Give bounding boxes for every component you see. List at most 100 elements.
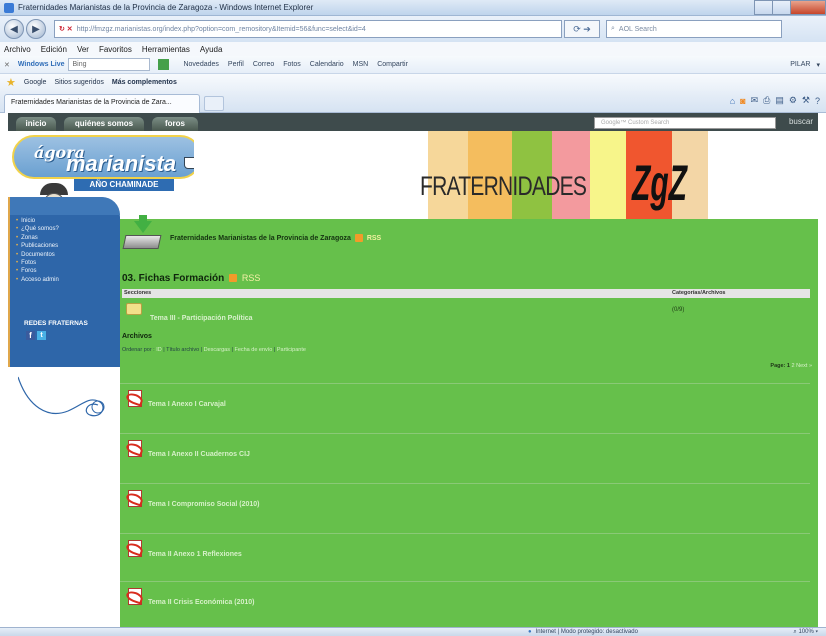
site-rss-link[interactable]: RSS [367, 235, 381, 242]
wl-link-correo[interactable]: Correo [253, 61, 274, 68]
address-bar: ◀ ▶ ↻ ✕ http://fmzgz.marianistas.org/ind… [0, 16, 826, 42]
sidebar-item-foros[interactable]: Foros [16, 267, 59, 275]
order-label: Ordenar por : [122, 347, 155, 353]
rss-icon[interactable] [229, 274, 238, 283]
fav-suggested[interactable]: Sitios sugeridos [54, 79, 103, 86]
site-search-input[interactable]: Google™ Custom Search [594, 117, 776, 129]
sidebar-item-que-somos[interactable]: ¿Qué somos? [16, 225, 59, 233]
safety-menu-icon[interactable]: ⚙ [789, 95, 797, 106]
section-rss-link[interactable]: RSS [242, 273, 261, 283]
url-host: http://fmzgz.marianistas.org [76, 25, 163, 33]
tools-menu-icon[interactable]: ⚒ [802, 95, 810, 106]
sidebar-item-zonas[interactable]: Zonas [16, 234, 59, 242]
wl-link-fotos[interactable]: Fotos [283, 61, 301, 68]
sidebar-item-publicaciones[interactable]: Publicaciones [16, 242, 59, 250]
site-title-text[interactable]: Fraternidades Marianistas de la Provinci… [170, 235, 351, 242]
read-mail-icon[interactable]: ✉ [751, 95, 759, 106]
close-button[interactable] [790, 0, 826, 15]
file-link[interactable]: Tema I Compromiso Social (2010) [148, 501, 260, 508]
favorites-bar: ★ Google Sitios sugeridos Más complement… [0, 74, 826, 91]
wl-link-compartir[interactable]: Compartir [377, 61, 408, 68]
tab-current[interactable]: Fraternidades Marianistas de la Provinci… [4, 94, 200, 113]
folder-icon[interactable] [126, 303, 142, 315]
windows-live-brand: Windows Live [17, 61, 65, 68]
nav-foros[interactable]: foros [152, 117, 198, 131]
file-row[interactable]: Tema I Anexo II Cuadernos CIJ [120, 433, 810, 469]
back-button[interactable]: ◀ [4, 19, 24, 39]
window-titlebar: Fraternidades Marianistas de la Provinci… [0, 0, 826, 16]
minimize-button[interactable] [754, 0, 773, 15]
menu-bar: Archivo Edición Ver Favoritos Herramient… [0, 42, 826, 56]
url-path: /index.php?option=com_remository&Itemid=… [162, 25, 366, 33]
status-zone[interactable]: ● Internet | Modo protegido: desactivado [528, 629, 638, 635]
wl-link-perfil[interactable]: Perfil [228, 61, 244, 68]
maximize-button[interactable] [772, 0, 791, 15]
menu-ver[interactable]: Ver [77, 45, 89, 54]
home-icon[interactable]: ⌂ [730, 96, 735, 106]
sidebar-menu: Inicio ¿Qué somos? Zonas Publicaciones D… [16, 217, 59, 284]
col-categorias: Categorías/Archivos [672, 290, 726, 296]
file-link[interactable]: Tema II Anexo 1 Reflexiones [148, 551, 242, 558]
chevron-down-icon[interactable]: ▾ [816, 61, 820, 69]
file-row[interactable]: Tema II Anexo 1 Reflexiones [120, 533, 810, 569]
browser-search-input[interactable]: ⌕ AOL Search [606, 20, 782, 38]
wl-link-msn[interactable]: MSN [353, 61, 369, 68]
tab-bar: Fraternidades Marianistas de la Provinci… [0, 91, 826, 113]
url-input[interactable]: ↻ ✕ http://fmzgz.marianistas.org/index.p… [54, 20, 562, 38]
menu-favoritos[interactable]: Favoritos [99, 45, 132, 54]
order-titulo[interactable]: Título archivo [166, 347, 199, 353]
bing-search-input[interactable]: Bing [68, 58, 151, 71]
menu-archivo[interactable]: Archivo [4, 45, 31, 54]
file-link[interactable]: Tema I Anexo I Carvajal [148, 401, 226, 408]
compat-refresh-icon[interactable]: ⟳ ➔ [564, 20, 600, 38]
new-tab-button[interactable] [204, 96, 224, 111]
col-secciones: Secciones [124, 290, 152, 296]
folder-link[interactable]: Tema III - Participación Política [150, 315, 253, 322]
sidebar-item-fotos[interactable]: Fotos [16, 259, 59, 267]
fav-google[interactable]: Google [24, 79, 47, 86]
nav-quienes-somos[interactable]: quiénes somos [64, 117, 144, 131]
rss-icon[interactable] [354, 234, 363, 242]
facebook-icon[interactable]: f [26, 331, 35, 340]
close-toolbar-icon[interactable]: ✕ [4, 61, 10, 69]
nav-inicio[interactable]: inicio [16, 117, 56, 131]
twitter-icon[interactable]: t [37, 331, 46, 340]
search-icon: ⌕ [611, 25, 615, 32]
order-id[interactable]: ID [156, 347, 162, 353]
file-row[interactable]: Tema II Crisis Económica (2010) [120, 581, 810, 617]
menu-herramientas[interactable]: Herramientas [142, 45, 190, 54]
menu-edicion[interactable]: Edición [41, 45, 67, 54]
sidebar-item-acceso-admin[interactable]: Acceso admin [16, 276, 59, 284]
help-icon[interactable]: ? [815, 96, 820, 106]
pdf-icon [124, 588, 145, 606]
file-row[interactable]: Tema I Compromiso Social (2010) [120, 483, 810, 519]
wl-link-calendario[interactable]: Calendario [310, 61, 344, 68]
buscar-button[interactable]: buscar [782, 115, 820, 129]
search-go-button[interactable] [158, 59, 170, 70]
file-link[interactable]: Tema II Crisis Económica (2010) [148, 599, 254, 606]
file-row[interactable]: Tema I Anexo I Carvajal [120, 383, 810, 419]
redes-fraternas-label: REDES FRATERNAS [24, 320, 88, 327]
wl-link-novedades[interactable]: Novedades [183, 61, 218, 68]
favorites-star-icon[interactable]: ★ [6, 76, 16, 89]
file-link[interactable]: Tema I Anexo II Cuadernos CIJ [148, 451, 250, 458]
fav-more-addons[interactable]: Más complementos [112, 79, 177, 86]
logo-marianista-text: marianista [66, 151, 177, 176]
pdf-icon [124, 490, 145, 508]
page-menu-icon[interactable]: ▤ [775, 95, 784, 106]
refresh-stop-icon: ↻ ✕ [59, 26, 73, 33]
feeds-icon[interactable]: ◙ [740, 96, 745, 106]
sidebar-item-inicio[interactable]: Inicio [16, 217, 59, 225]
order-fecha[interactable]: Fecha de envío [234, 347, 272, 353]
order-descargas[interactable]: Descargas [204, 347, 230, 353]
forward-button[interactable]: ▶ [26, 19, 46, 39]
menu-ayuda[interactable]: Ayuda [200, 45, 223, 54]
order-participante[interactable]: Participante [277, 347, 306, 353]
wl-user-name[interactable]: PILAR [790, 61, 810, 68]
site-title: Fraternidades Marianistas de la Provinci… [170, 234, 381, 242]
sidebar-item-documentos[interactable]: Documentos [16, 251, 59, 259]
pdf-icon [124, 440, 145, 458]
print-icon[interactable]: ⎙ [763, 95, 770, 106]
zoom-level[interactable]: ⌕ 100% ▾ [793, 629, 818, 636]
pager-next[interactable]: 2 Next » [792, 363, 812, 369]
